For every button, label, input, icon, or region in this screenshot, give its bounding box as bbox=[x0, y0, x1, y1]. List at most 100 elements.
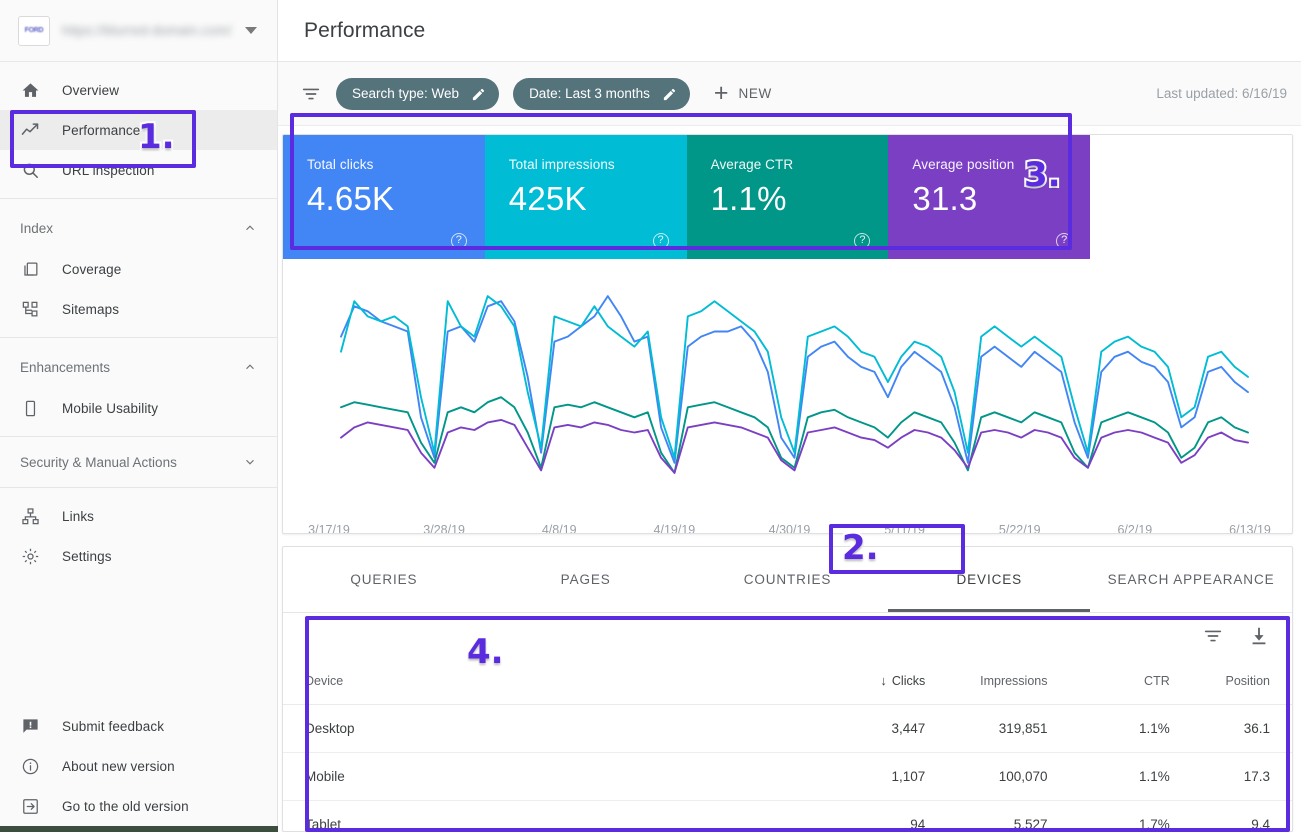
tab-countries[interactable]: COUNTRIES bbox=[687, 547, 889, 613]
sidebar-item-coverage[interactable]: Coverage bbox=[0, 249, 277, 289]
sidebar-item-sitemaps[interactable]: Sitemaps bbox=[0, 289, 277, 329]
group-header-enhancements[interactable]: Enhancements bbox=[0, 346, 277, 388]
x-axis-tick: 3/17/19 bbox=[289, 523, 369, 534]
help-icon[interactable]: ? bbox=[451, 233, 467, 249]
metric-value: 1.1% bbox=[711, 180, 889, 218]
tab-label: COUNTRIES bbox=[744, 572, 832, 587]
new-filter-button[interactable]: + NEW bbox=[714, 81, 772, 106]
sidebar-item-overview[interactable]: Overview bbox=[0, 70, 277, 110]
cell-position: 9.4 bbox=[1170, 801, 1292, 832]
tab-label: PAGES bbox=[561, 572, 611, 587]
sidebar-item-old-version[interactable]: Go to the old version bbox=[0, 786, 277, 826]
nav-group-enhancements: Enhancements Mobile Usability bbox=[0, 338, 277, 436]
group-header-index[interactable]: Index bbox=[0, 207, 277, 249]
search-console-app: FORD https://blurred-domain.com/ Overvie… bbox=[0, 0, 1301, 832]
x-axis-tick: 5/11/19 bbox=[865, 523, 945, 534]
metric-value: 31.3 bbox=[912, 180, 1090, 218]
chevron-up-icon[interactable] bbox=[243, 360, 257, 374]
property-selector[interactable]: FORD https://blurred-domain.com/ bbox=[0, 0, 277, 62]
sidebar-item-about-new-version[interactable]: About new version bbox=[0, 746, 277, 786]
last-updated-text: Last updated: 6/16/19 bbox=[1156, 86, 1289, 101]
exit-icon bbox=[20, 796, 40, 816]
home-icon bbox=[20, 80, 40, 100]
sidebar: FORD https://blurred-domain.com/ Overvie… bbox=[0, 0, 278, 832]
chip-search-type[interactable]: Search type: Web bbox=[336, 78, 499, 110]
sidebar-item-label: Settings bbox=[62, 549, 112, 564]
metric-card-total-clicks[interactable]: Total clicks 4.65K ? bbox=[283, 135, 485, 259]
sidebar-item-links[interactable]: Links bbox=[0, 496, 277, 536]
metric-card-average-ctr[interactable]: Average CTR 1.1% ? bbox=[687, 135, 889, 259]
nav-group-index: Index Coverage Sitemaps bbox=[0, 199, 277, 337]
chevron-down-icon[interactable] bbox=[243, 455, 257, 469]
tab-queries[interactable]: QUERIES bbox=[283, 547, 485, 613]
chevron-up-icon[interactable] bbox=[243, 221, 257, 235]
cell-device: Tablet bbox=[283, 801, 803, 832]
devices-table: Device ↓Clicks Impressions CTR Position … bbox=[283, 659, 1292, 832]
column-header-impressions[interactable]: Impressions bbox=[925, 659, 1047, 705]
help-icon[interactable]: ? bbox=[653, 233, 669, 249]
table-row[interactable]: Tablet 94 5,527 1.7% 9.4 bbox=[283, 801, 1292, 832]
sidebar-item-settings[interactable]: Settings bbox=[0, 536, 277, 576]
tab-pages[interactable]: PAGES bbox=[485, 547, 687, 613]
pencil-icon[interactable] bbox=[662, 87, 676, 101]
metric-value: 4.65K bbox=[307, 180, 485, 218]
cell-device: Mobile bbox=[283, 753, 803, 801]
filter-toolbar: Search type: Web Date: Last 3 months + N… bbox=[278, 62, 1301, 126]
table-header-row: Device ↓ Clicks Impressions CTR Position bbox=[283, 659, 1292, 705]
cell-position: 36.1 bbox=[1170, 705, 1292, 753]
cell-position: 17.3 bbox=[1170, 753, 1292, 801]
column-header-ctr[interactable]: CTR bbox=[1048, 659, 1170, 705]
page-title: Performance bbox=[304, 19, 425, 43]
plus-icon: + bbox=[714, 81, 729, 106]
tab-search-appearance[interactable]: SEARCH APPEARANCE bbox=[1090, 547, 1292, 613]
sort-desc-icon: ↓ bbox=[880, 673, 887, 688]
table-row[interactable]: Desktop 3,447 319,851 1.1% 36.1 bbox=[283, 705, 1292, 753]
sidebar-item-mobile-usability[interactable]: Mobile Usability bbox=[0, 388, 277, 428]
column-header-position[interactable]: Position bbox=[1170, 659, 1292, 705]
tab-devices[interactable]: DEVICES bbox=[888, 547, 1090, 613]
metric-card-average-position[interactable]: Average position 31.3 ? bbox=[888, 135, 1090, 259]
filter-icon[interactable] bbox=[1202, 625, 1224, 647]
primary-nav: Overview Performance URL inspection bbox=[0, 62, 277, 198]
download-icon[interactable] bbox=[1248, 625, 1270, 647]
chevron-down-icon[interactable] bbox=[245, 27, 257, 34]
gear-icon bbox=[20, 546, 40, 566]
metric-card-total-impressions[interactable]: Total impressions 425K ? bbox=[485, 135, 687, 259]
sidebar-item-performance[interactable]: Performance bbox=[0, 110, 277, 150]
cell-impressions: 5,527 bbox=[925, 801, 1047, 832]
x-axis-tick: 5/22/19 bbox=[980, 523, 1060, 534]
cell-clicks: 3,447 bbox=[803, 705, 925, 753]
metric-label: Total clicks bbox=[307, 157, 485, 172]
filter-icon[interactable] bbox=[300, 83, 322, 105]
chip-date-range[interactable]: Date: Last 3 months bbox=[513, 78, 690, 110]
pencil-icon[interactable] bbox=[471, 87, 485, 101]
sidebar-item-url-inspection[interactable]: URL inspection bbox=[0, 150, 277, 190]
x-axis-tick: 6/2/19 bbox=[1095, 523, 1175, 534]
column-header-device[interactable]: Device bbox=[283, 659, 803, 705]
column-header-clicks[interactable]: ↓ Clicks bbox=[803, 659, 925, 705]
sidebar-footer: Submit feedback About new version Go to … bbox=[0, 706, 277, 832]
property-url: https://blurred-domain.com/ bbox=[62, 23, 233, 38]
trending-up-icon bbox=[20, 120, 40, 140]
sidebar-item-label: Mobile Usability bbox=[62, 401, 158, 416]
metric-card-empty bbox=[1090, 135, 1292, 259]
table-row[interactable]: Mobile 1,107 100,070 1.1% 17.3 bbox=[283, 753, 1292, 801]
table-toolbar bbox=[283, 613, 1292, 659]
group-label: Index bbox=[20, 221, 53, 236]
column-header-label: Clicks bbox=[892, 674, 925, 688]
help-icon[interactable]: ? bbox=[854, 233, 870, 249]
metric-label: Average CTR bbox=[711, 157, 889, 172]
property-logo-text: FORD bbox=[25, 27, 44, 34]
window-bottom-bar bbox=[0, 826, 278, 832]
group-header-security[interactable]: Security & Manual Actions bbox=[0, 441, 277, 483]
x-axis-tick: 4/30/19 bbox=[750, 523, 830, 534]
x-axis-tick: 6/13/19 bbox=[1210, 523, 1290, 534]
cell-device: Desktop bbox=[283, 705, 803, 753]
group-label: Enhancements bbox=[20, 360, 110, 375]
metric-cards: Total clicks 4.65K ? Total impressions 4… bbox=[283, 135, 1292, 259]
main-content: Performance Search type: Web Date: Last … bbox=[278, 0, 1301, 832]
sidebar-item-submit-feedback[interactable]: Submit feedback bbox=[0, 706, 277, 746]
performance-chart-card: Total clicks 4.65K ? Total impressions 4… bbox=[282, 134, 1293, 534]
help-icon[interactable]: ? bbox=[1056, 233, 1072, 249]
table-body: Desktop 3,447 319,851 1.1% 36.1 Mobile 1… bbox=[283, 705, 1292, 832]
